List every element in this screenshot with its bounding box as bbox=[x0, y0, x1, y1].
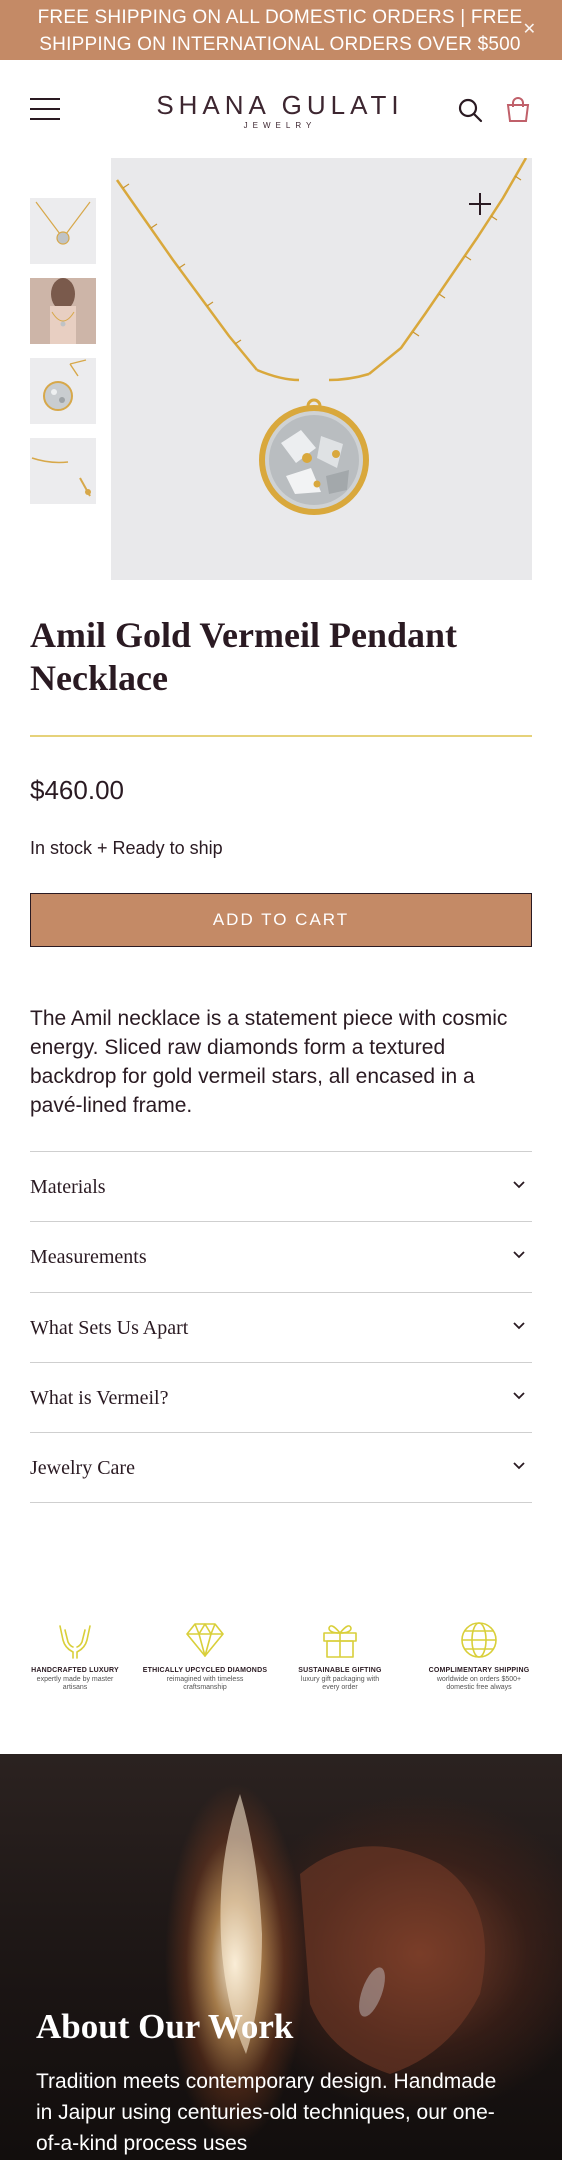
stock-status: In stock + Ready to ship bbox=[30, 838, 223, 858]
chevron-down-icon bbox=[513, 1462, 525, 1470]
brand-subtitle: JEWELRY bbox=[243, 121, 317, 130]
add-to-cart-button[interactable]: ADD TO CART bbox=[30, 893, 532, 947]
bag-icon[interactable] bbox=[504, 96, 532, 124]
thumbnail-chain-detail[interactable] bbox=[30, 438, 96, 504]
accordion-what-sets-us-apart[interactable]: What Sets Us Apart bbox=[30, 1292, 532, 1362]
accordion-jewelry-care[interactable]: Jewelry Care bbox=[30, 1432, 532, 1502]
announcement-text: FREE SHIPPING ON ALL DOMESTIC ORDERS | F… bbox=[37, 7, 523, 55]
site-header: SHANA GULATI JEWELRY bbox=[0, 60, 562, 158]
feature-subtitle: reimagined with timeless craftsmanship bbox=[166, 1676, 244, 1691]
chevron-down-icon bbox=[513, 1251, 525, 1259]
announcement-bar: FREE SHIPPING ON ALL DOMESTIC ORDERS | F… bbox=[0, 0, 562, 60]
thumbnail-model-wearing[interactable] bbox=[30, 278, 96, 344]
brand-name: SHANA GULATI bbox=[156, 90, 404, 120]
zoom-plus-icon[interactable] bbox=[468, 192, 492, 216]
feature-subtitle: worldwide on orders $500+ domestic free … bbox=[436, 1676, 522, 1691]
accordion-measurements[interactable]: Measurements bbox=[30, 1221, 532, 1291]
product-title: Amil Gold Vermeil Pendant Necklace bbox=[30, 615, 458, 698]
about-text: Tradition meets contemporary design. Han… bbox=[36, 2070, 497, 2155]
accordion-label: Measurements bbox=[30, 1246, 147, 1268]
globe-icon bbox=[461, 1622, 497, 1658]
hands-icon bbox=[59, 1625, 91, 1659]
diamond-icon bbox=[186, 1623, 224, 1657]
search-icon[interactable] bbox=[456, 96, 484, 124]
brand-logo[interactable]: SHANA GULATI JEWELRY bbox=[120, 90, 440, 131]
feature-title: ETHICALLY UPCYCLED DIAMONDS bbox=[142, 1667, 268, 1674]
thumbnail-pendant-closeup[interactable] bbox=[30, 358, 96, 424]
accordion-what-is-vermeil[interactable]: What is Vermeil? bbox=[30, 1362, 532, 1432]
feature-subtitle: luxury gift packaging with every order bbox=[300, 1676, 380, 1691]
divider bbox=[30, 1502, 532, 1503]
product-description: The Amil necklace is a statement piece w… bbox=[30, 1007, 508, 1117]
close-icon[interactable]: ✕ bbox=[523, 18, 536, 42]
chevron-down-icon bbox=[513, 1181, 525, 1189]
feature-title: SUSTAINABLE GIFTING bbox=[298, 1667, 382, 1674]
product-main-image[interactable] bbox=[111, 158, 532, 580]
accordion-materials[interactable]: Materials bbox=[30, 1151, 532, 1221]
accordion-label: What Sets Us Apart bbox=[30, 1317, 189, 1339]
feature-complimentary-shipping: COMPLIMENTARY SHIPPING worldwide on orde… bbox=[414, 1620, 544, 1692]
feature-title: COMPLIMENTARY SHIPPING bbox=[428, 1667, 530, 1674]
thumbnail-necklace-front[interactable] bbox=[30, 198, 96, 264]
divider bbox=[30, 735, 532, 737]
about-title: About Our Work bbox=[36, 2007, 294, 2046]
menu-icon[interactable] bbox=[30, 98, 60, 120]
chevron-down-icon bbox=[513, 1322, 525, 1330]
feature-sustainable-gifting: SUSTAINABLE GIFTING luxury gift packagin… bbox=[275, 1620, 405, 1692]
feature-subtitle: expertly made by master artisans bbox=[36, 1676, 114, 1691]
accordion-label: What is Vermeil? bbox=[30, 1387, 169, 1409]
feature-handcrafted: HANDCRAFTED LUXURY expertly made by mast… bbox=[10, 1620, 140, 1692]
chevron-down-icon bbox=[513, 1392, 525, 1400]
about-section: About Our Work Tradition meets contempor… bbox=[0, 1754, 562, 2160]
product-price: $460.00 bbox=[30, 775, 124, 805]
accordion-label: Jewelry Care bbox=[30, 1457, 135, 1479]
gift-icon bbox=[323, 1625, 357, 1658]
feature-title: HANDCRAFTED LUXURY bbox=[31, 1667, 119, 1674]
feature-upcycled-diamonds: ETHICALLY UPCYCLED DIAMONDS reimagined w… bbox=[140, 1620, 270, 1692]
accordion-label: Materials bbox=[30, 1176, 106, 1198]
